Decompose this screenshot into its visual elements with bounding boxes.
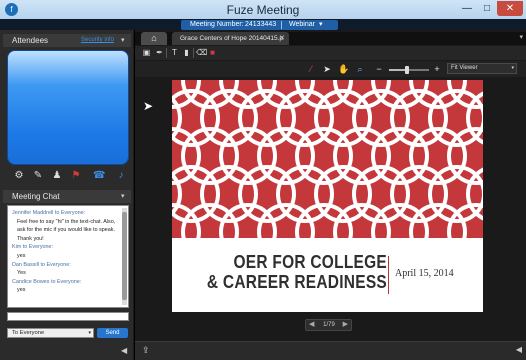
meeting-number-label: Meeting Number: [190,21,244,28]
share-icon[interactable]: ⇪ [142,345,150,356]
zoom-slider-handle[interactable] [405,66,409,74]
arrow-pointer-icon[interactable]: ➤ [321,63,333,75]
recipient-value: To Everyone [12,330,45,336]
person-icon[interactable]: ♟ [51,170,63,182]
collapse-right-panel-icon[interactable]: ◀ [516,345,522,354]
view-mode-value: Fit Viewer [451,65,478,71]
meeting-chat-header: Meeting Chat ▾ [3,190,131,203]
toolbar-divider [193,48,194,58]
attendees-title: Attendees [12,36,49,45]
chevron-down-icon: ▾ [511,65,514,71]
recipient-select[interactable]: To Everyone ▾ [7,328,94,338]
page-indicator: 1/79 [323,322,335,328]
chat-sender: Dan Bassill to Everyone: [12,261,71,268]
chat-log[interactable]: Jennifer Maddrell to Everyone: Feel free… [7,205,129,308]
eraser-icon[interactable]: ⌫ [196,47,207,58]
chat-sender: Candice Bowes to Everyone: [12,278,82,285]
next-page-button[interactable]: ▶ [343,320,348,330]
slide-title-line-2: & CAREER READINESS [206,272,387,292]
laser-pointer-icon[interactable]: ⁄ [305,63,317,75]
flag-icon[interactable]: ⚑ [70,170,82,182]
zoom-out-button[interactable]: − [373,63,385,75]
zoom-icon[interactable]: ⌕ [354,63,366,75]
chat-message: Yes [17,270,26,277]
slide-date: April 15, 2014 [395,268,454,279]
close-icon[interactable]: ✕ [279,32,285,45]
video-panel [7,50,129,165]
chat-sender: Kim to Everyone: [12,244,54,251]
meeting-info-bar: Meeting Number: 24133443 Webinar ▾ [0,19,526,30]
chevron-down-icon[interactable]: ▾ [319,20,323,30]
meeting-number: 24133443 [245,21,277,28]
security-info-link[interactable]: Security info [81,34,114,47]
maximize-button[interactable]: □ [478,1,496,16]
collapse-left-panel-icon[interactable]: ◀ [121,346,127,355]
chat-scrollbar[interactable] [122,208,127,305]
mic-icon[interactable]: ♪ [115,170,127,182]
previous-page-button[interactable]: ◀ [309,320,314,330]
chat-scrollbar-thumb[interactable] [122,212,127,300]
slide-ring-pattern [172,80,483,238]
slide-divider [388,256,389,294]
tab-bar: ⌂ Grace Centers of Hope 20140415.p ✕ ▾ [135,32,526,45]
presentation-slide: OER FOR COLLEGE & CAREER READINESS April… [172,80,483,312]
meeting-info-box[interactable]: Meeting Number: 24133443 Webinar ▾ [181,20,338,30]
phone-icon[interactable]: ☎ [93,170,105,182]
video-toolbar: ⚙ ✎ ♟ ⚑ ☎ ♪ [3,170,131,184]
left-panel: Attendees Security info ▾ ⚙ ✎ ♟ ⚑ ☎ ♪ Me… [0,30,133,360]
window-title: Fuze Meeting [226,3,300,17]
text-tool-icon[interactable]: T [169,47,180,58]
chat-message: yes [17,252,26,259]
chat-sender: Jennifer Maddrell to Everyone: [12,210,86,216]
info-divider [281,21,282,29]
tab-menu-icon[interactable]: ▾ [519,33,523,41]
chevron-down-icon: ▾ [88,330,91,336]
chat-messages: Jennifer Maddrell to Everyone: Feel free… [12,209,118,295]
mouse-cursor-icon: ➤ [143,99,154,113]
gear-icon[interactable]: ⚙ [13,170,25,182]
viewer-toolbar: ⁄ ➤ ✋ ⌕ − + Fit Viewer ▾ [135,61,526,77]
slide-title: OER FOR COLLEGE & CAREER READINESS [202,252,387,292]
hand-pan-icon[interactable]: ✋ [338,63,350,75]
chat-collapse-icon[interactable]: ▾ [121,190,125,203]
close-button[interactable]: ✕ [497,1,523,16]
chat-message: yes [17,287,26,294]
minimize-button[interactable]: — [458,1,476,16]
send-button[interactable]: Send [97,328,128,338]
zoom-slider[interactable] [389,66,429,74]
annotation-toolbar: ▣ ✒ T ▮ ⌫ ■ [135,46,526,60]
meeting-mode: Webinar [289,21,315,28]
slide-title-line-1: OER FOR COLLEGE [233,252,387,272]
title-bar: f Fuze Meeting — □ ✕ [0,0,526,19]
meeting-chat-title: Meeting Chat [12,192,60,201]
content-area: ⌂ Grace Centers of Hope 20140415.p ✕ ▾ ▣… [134,30,526,360]
attendees-collapse-icon[interactable]: ▾ [121,34,125,47]
toolbar-divider [166,48,167,58]
chat-input[interactable] [7,312,129,321]
home-tab[interactable]: ⌂ [141,32,167,45]
document-tab-label: Grace Centers of Hope 20140415.p [180,35,283,42]
document-tab[interactable]: Grace Centers of Hope 20140415.p ✕ [172,32,289,45]
pin-icon[interactable]: ✎ [32,170,44,182]
bottom-bar: ⇪ ◀ [135,341,526,360]
pen-icon[interactable]: ✒ [154,47,165,58]
slide-pager: ◀ 1/79 ▶ [305,319,352,331]
select-box-icon[interactable]: ▣ [141,47,152,58]
attendees-header: Attendees Security info ▾ [3,34,131,47]
view-mode-select[interactable]: Fit Viewer ▾ [447,63,517,74]
zoom-in-button[interactable]: + [431,63,443,75]
highlighter-icon[interactable]: ▮ [181,47,192,58]
fuze-meeting-window: f Fuze Meeting — □ ✕ Meeting Number: 241… [0,0,526,360]
chat-message: Feel free to say "hi" in the text-chat. … [17,218,116,242]
color-picker-icon[interactable]: ■ [207,47,218,58]
